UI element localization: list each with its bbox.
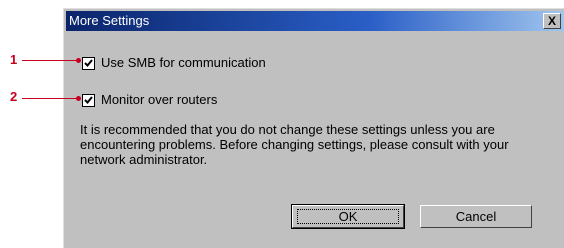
checkmark-icon: [84, 96, 93, 104]
callout-line-1: [22, 60, 78, 61]
checkmark-icon: [84, 59, 93, 67]
callout-dot-1: [76, 58, 81, 63]
monitor-routers-label: Monitor over routers: [101, 92, 218, 107]
callout-number-2: 2: [10, 89, 18, 104]
cancel-button[interactable]: Cancel: [420, 205, 532, 228]
recommendation-text: It is recommended that you do not change…: [80, 122, 509, 167]
ok-button[interactable]: OK: [291, 204, 405, 229]
monitor-routers-checkbox[interactable]: [82, 94, 95, 107]
use-smb-label: Use SMB for communication: [101, 55, 266, 70]
cancel-label: Cancel: [455, 209, 497, 224]
callout-number-1: 1: [10, 52, 18, 67]
focus-rectangle: [297, 209, 399, 224]
close-button[interactable]: X: [543, 13, 561, 29]
title-bar[interactable]: More Settings X: [66, 11, 564, 31]
use-smb-checkbox[interactable]: [82, 57, 95, 70]
callout-dot-2: [76, 96, 81, 101]
dialog-title: More Settings: [69, 13, 150, 28]
callout-line-2: [22, 98, 78, 99]
